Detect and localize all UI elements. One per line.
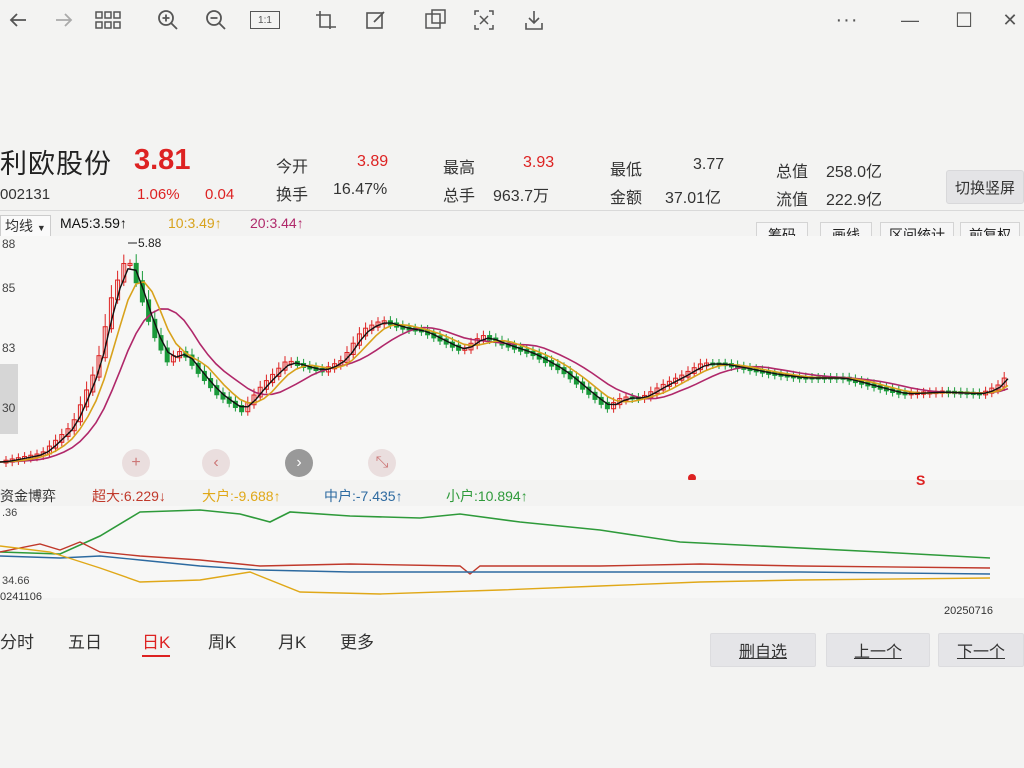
date-start: 0241106 [0,591,43,603]
tab-intraday[interactable]: 分时 [0,628,34,653]
turnover-label: 换手 [276,187,309,204]
previous-stock-button[interactable]: 上一个 [826,633,930,667]
current-price: 3.81 [134,144,191,176]
stock-name: 利欧股份 [0,149,112,179]
change-value: 0.04 [205,186,235,203]
remove-watchlist-label: 删自选 [738,644,787,661]
large-legend: 大户:-9.688↑ [202,488,281,504]
viewer-toolbar: 1:1 ··· — ☐ ✕ [0,0,1024,40]
actual-size-icon[interactable]: 1:1 [250,11,280,29]
scroll-left-button[interactable]: ‹ [202,449,230,477]
back-arrow-icon[interactable] [4,8,32,32]
volume-value: 963.7万 [493,188,550,205]
turnover-value: 16.47% [333,181,388,198]
scroll-right-button[interactable]: › [285,449,313,477]
float-mv-value: 222.9亿 [826,192,883,209]
fund-y-top: .36 [2,507,17,519]
fund-flow-chart[interactable]: .36 34.66 [0,506,1024,598]
small-legend: 小户:10.894↑ [446,488,528,504]
chart-background [0,236,1024,480]
screenshot-icon[interactable] [421,8,449,32]
zoom-in-icon[interactable] [154,8,182,32]
previous-stock-label: 上一个 [853,644,902,661]
total-mv-value: 258.0亿 [826,164,883,181]
amount-label: 金额 [610,190,643,207]
tab-daily-k[interactable]: 日K [142,628,171,657]
indicator-select-label: 均线 [5,218,33,234]
amount-value: 37.01亿 [665,190,722,207]
low-label: 最低 [610,162,643,179]
high-label: 最高 [443,160,476,177]
fund-y-bottom: 34.66 [2,575,30,587]
ocr-icon[interactable] [470,8,498,32]
forward-arrow-icon[interactable] [50,8,78,32]
divider [0,210,1024,211]
maximize-icon[interactable]: ☐ [950,8,978,32]
low-value: 3.77 [693,156,725,173]
more-icon[interactable]: ··· [833,8,861,32]
open-label: 今开 [276,159,309,176]
fund-flow-title: 资金博弈 [0,488,56,504]
mid-legend: 中户:-7.435↑ [324,488,403,504]
fullscreen-button[interactable]: ⤡ [368,449,396,477]
indicator-select[interactable]: 均线 ▼ [0,215,51,237]
date-end: 20250716 [944,605,993,617]
stock-code: 002131 [0,186,51,203]
remove-watchlist-button[interactable]: 删自选 [710,633,816,667]
super-large-legend: 超大:6.229↓ [92,488,166,504]
left-scroll-handle[interactable] [0,364,18,434]
zoom-out-icon[interactable] [202,8,230,32]
volume-label: 总手 [443,188,476,205]
kline-chart[interactable]: 88 85 83 30 5.88 [0,236,1024,480]
ma5-legend: MA5:3.59↑ [60,215,127,231]
tab-weekly-k[interactable]: 周K [208,628,236,653]
ma20-legend: 20:3.44↑ [250,215,304,231]
sell-marker: S [916,472,926,488]
open-value: 3.89 [357,153,389,170]
tab-five-day[interactable]: 五日 [68,628,102,653]
y-tick: 83 [2,341,16,355]
crop-icon[interactable] [312,8,340,32]
edit-icon[interactable] [362,8,390,32]
float-mv-label: 流值 [776,192,809,209]
zoom-in-chart-button[interactable]: + [122,449,150,477]
change-percent: 1.06% [137,186,180,203]
chevron-down-icon: ▼ [36,223,46,233]
close-icon[interactable]: ✕ [996,8,1024,32]
tab-monthly-k[interactable]: 月K [278,628,306,653]
total-mv-label: 总值 [776,164,809,181]
next-stock-label: 下一个 [956,644,1005,661]
ma10-legend: 10:3.49↑ [168,215,222,231]
grid-icon[interactable] [94,8,122,32]
switch-portrait-button[interactable]: 切换竖屏 [946,170,1024,204]
tab-more[interactable]: 更多 [340,628,374,653]
y-tick: 30 [2,401,16,415]
y-tick: 85 [2,281,16,295]
y-tick: 88 [2,237,16,251]
minimize-icon[interactable]: — [896,8,924,32]
high-value: 3.93 [523,154,555,171]
max-price-label: 5.88 [138,236,162,250]
download-icon[interactable] [520,8,548,32]
next-stock-button[interactable]: 下一个 [938,633,1024,667]
